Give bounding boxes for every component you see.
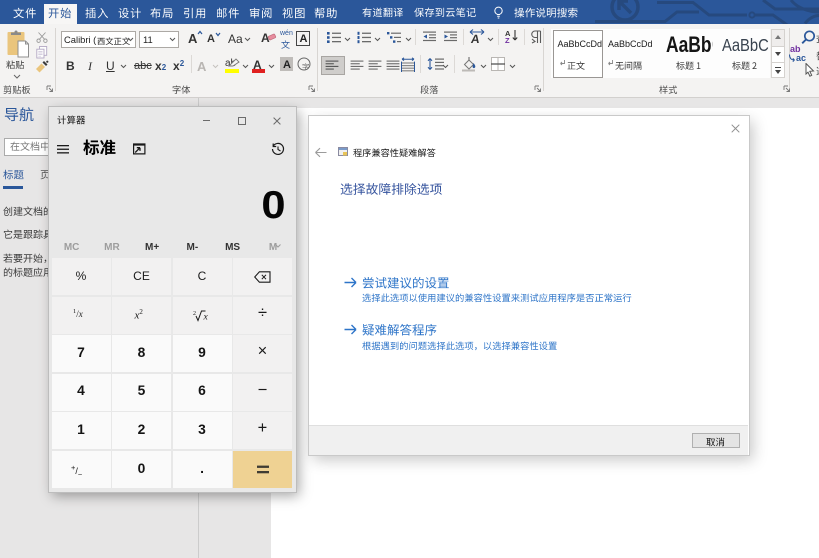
svg-text:2: 2 <box>193 311 196 317</box>
svg-text:x: x <box>203 312 209 322</box>
